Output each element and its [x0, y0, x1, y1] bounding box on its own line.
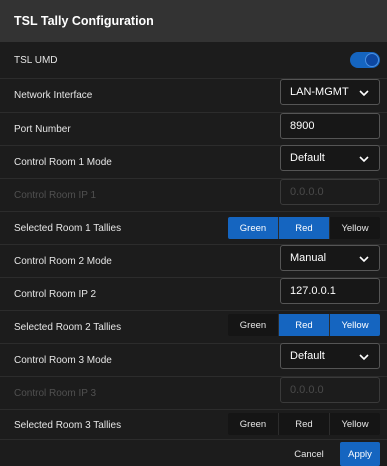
- network-interface-select[interactable]: LAN-MGMT: [280, 79, 380, 105]
- tsl-umd-toggle[interactable]: [350, 52, 380, 68]
- room3-tallies-label: Selected Room 3 Tallies: [14, 420, 122, 431]
- room3-yellow-toggle[interactable]: Yellow: [330, 413, 380, 435]
- dialog-title: TSL Tally Configuration: [0, 0, 387, 42]
- room2-yellow-toggle[interactable]: Yellow: [330, 314, 380, 336]
- room1-tallies-label: Selected Room 1 Tallies: [14, 223, 122, 234]
- room1-tallies-group: Green Red Yellow: [228, 217, 380, 239]
- chevron-down-icon: [359, 256, 369, 263]
- cr1-mode-label: Control Room 1 Mode: [14, 157, 112, 168]
- cr2-ip-value: 127.0.0.1: [290, 285, 336, 297]
- network-interface-label: Network Interface: [14, 90, 93, 101]
- chevron-down-icon: [359, 90, 369, 97]
- port-number-value: 8900: [290, 120, 315, 132]
- cr2-mode-value: Manual: [290, 252, 327, 264]
- room2-green-toggle[interactable]: Green: [228, 314, 279, 336]
- chevron-down-icon: [359, 156, 369, 163]
- cr1-ip-placeholder: 0.0.0.0: [290, 186, 324, 198]
- cr1-ip-label: Control Room IP 1: [14, 190, 97, 201]
- apply-button[interactable]: Apply: [340, 442, 380, 466]
- room2-tallies-label: Selected Room 2 Tallies: [14, 322, 122, 333]
- room2-tallies-group: Green Red Yellow: [228, 314, 380, 336]
- room3-red-toggle[interactable]: Red: [279, 413, 330, 435]
- tsl-umd-label: TSL UMD: [14, 55, 58, 66]
- cr3-mode-label: Control Room 3 Mode: [14, 355, 112, 366]
- cr3-mode-value: Default: [290, 350, 325, 362]
- port-number-label: Port Number: [14, 124, 71, 135]
- cr2-ip-label: Control Room IP 2: [14, 289, 97, 300]
- cr2-mode-select[interactable]: Manual: [280, 245, 380, 271]
- dialog-footer: Cancel Apply: [0, 440, 387, 466]
- room1-red-toggle[interactable]: Red: [279, 217, 330, 239]
- tsl-tally-dialog: TSL Tally Configuration TSL UMD Network …: [0, 0, 387, 466]
- room1-yellow-toggle[interactable]: Yellow: [330, 217, 380, 239]
- cr1-ip-input: 0.0.0.0: [280, 179, 380, 205]
- chevron-down-icon: [359, 354, 369, 361]
- cr2-mode-label: Control Room 2 Mode: [14, 256, 112, 267]
- cr3-ip-label: Control Room IP 3: [14, 388, 97, 399]
- room3-green-toggle[interactable]: Green: [228, 413, 279, 435]
- cancel-button[interactable]: Cancel: [287, 442, 331, 466]
- cr2-ip-input[interactable]: 127.0.0.1: [280, 278, 380, 304]
- network-interface-value: LAN-MGMT: [290, 86, 349, 98]
- toggle-knob: [365, 53, 379, 67]
- cr3-ip-placeholder: 0.0.0.0: [290, 384, 324, 396]
- room3-tallies-group: Green Red Yellow: [228, 413, 380, 435]
- cr1-mode-select[interactable]: Default: [280, 145, 380, 171]
- port-number-input[interactable]: 8900: [280, 113, 380, 139]
- cr3-mode-select[interactable]: Default: [280, 343, 380, 369]
- tsl-umd-row: TSL UMD: [0, 42, 387, 79]
- room1-green-toggle[interactable]: Green: [228, 217, 279, 239]
- cr3-ip-input: 0.0.0.0: [280, 377, 380, 403]
- cr1-mode-value: Default: [290, 152, 325, 164]
- room2-red-toggle[interactable]: Red: [279, 314, 330, 336]
